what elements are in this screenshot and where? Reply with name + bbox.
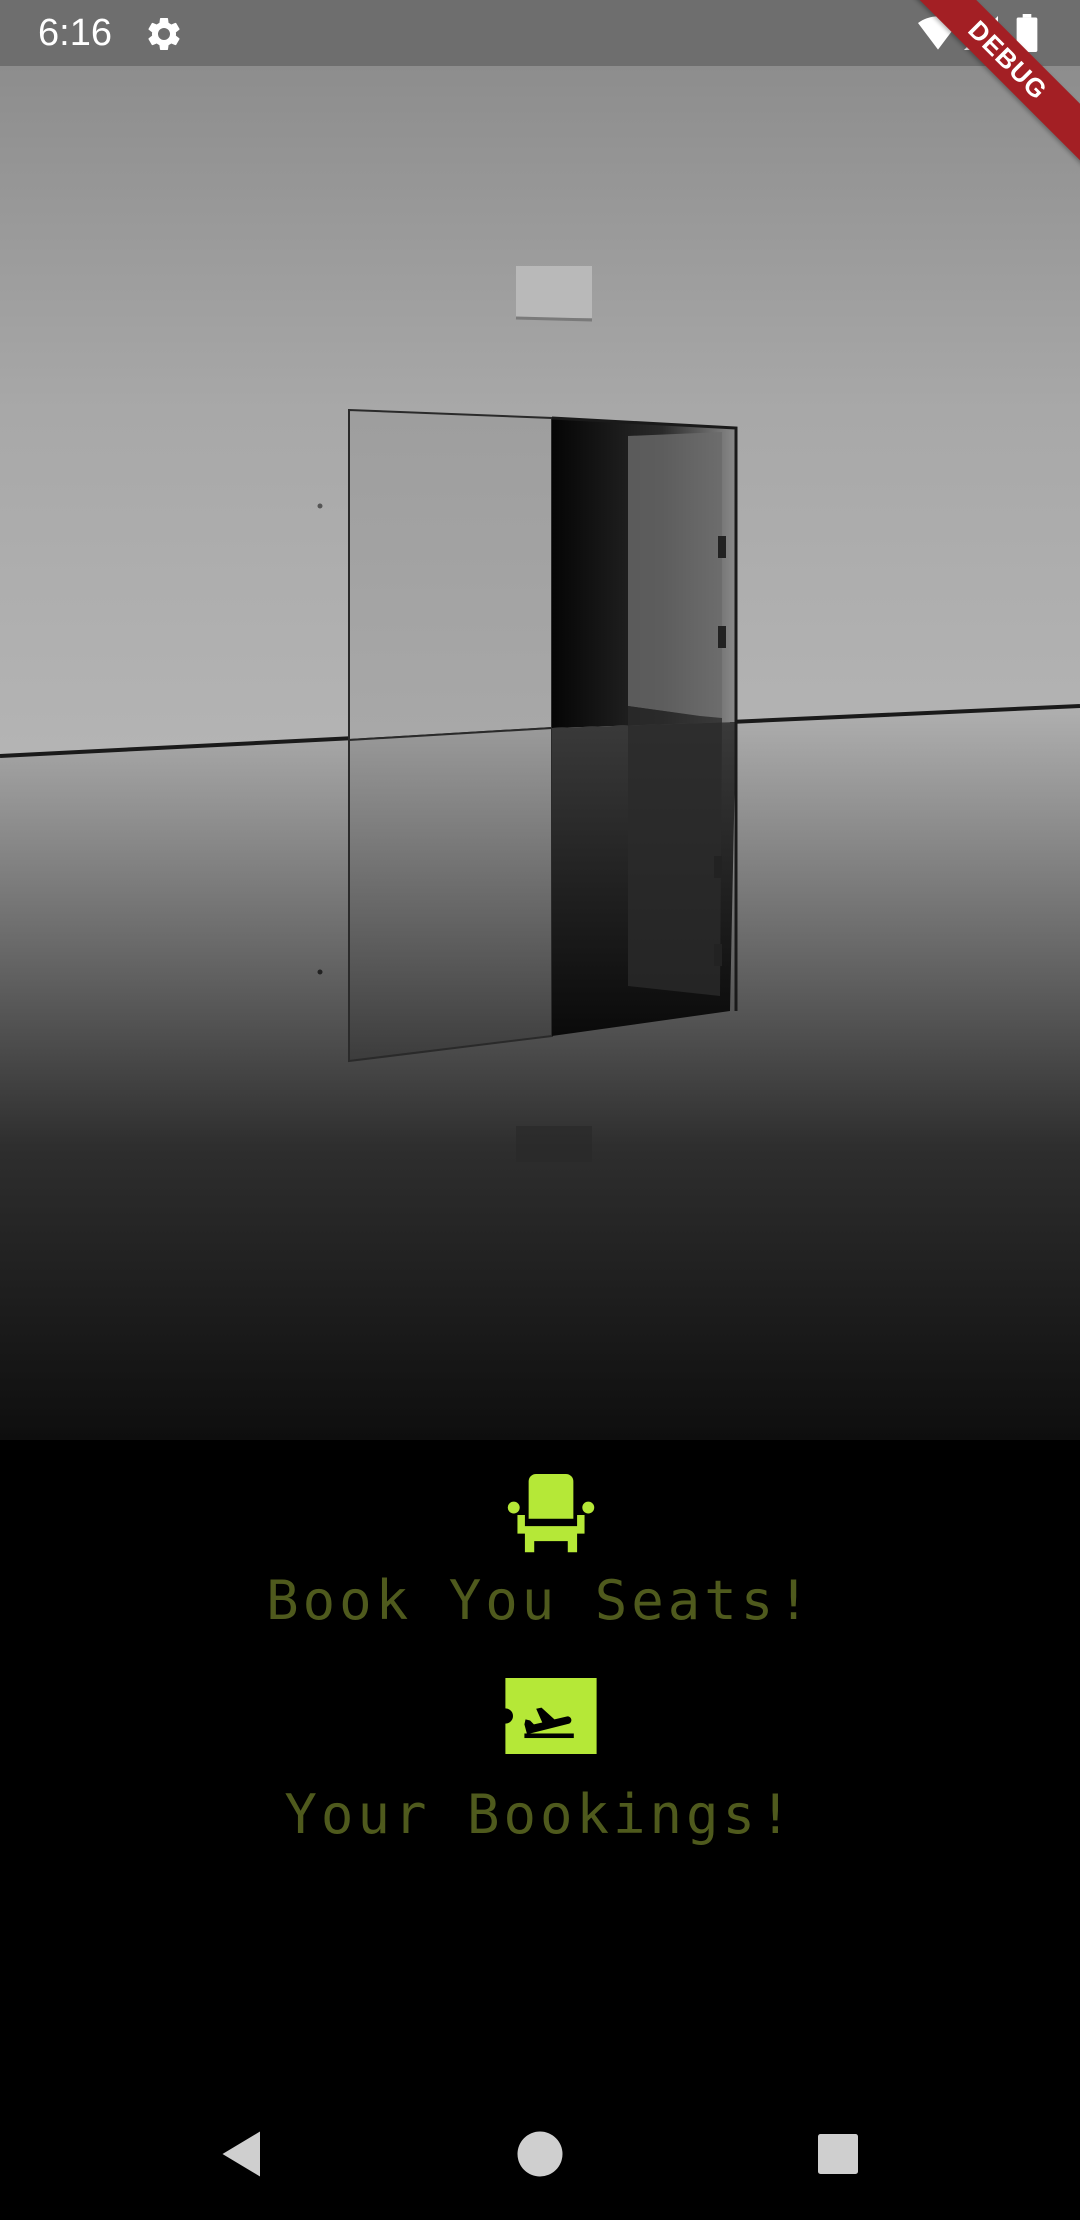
- door-photo: [0, 66, 1080, 1440]
- hero-image: [0, 66, 1080, 1440]
- your-bookings-option[interactable]: Your Bookings!: [0, 1650, 1080, 1870]
- status-time: 6:16: [38, 12, 112, 54]
- menu: Book You Seats! Your Bookings!: [0, 1440, 1080, 2080]
- home-icon[interactable]: [510, 2124, 570, 2184]
- recents-icon[interactable]: [808, 2124, 868, 2184]
- flight-ticket-icon[interactable]: [505, 1678, 597, 1754]
- your-bookings-label[interactable]: Your Bookings!: [0, 1782, 1080, 1848]
- system-nav-bar: [0, 2080, 1080, 2220]
- book-seats-label[interactable]: Book You Seats!: [0, 1568, 1080, 1634]
- seat-icon[interactable]: [505, 1474, 597, 1556]
- status-bar: 6:16: [0, 0, 1080, 66]
- book-seats-option[interactable]: Book You Seats!: [0, 1440, 1080, 1640]
- gear-icon: [148, 17, 180, 50]
- back-icon[interactable]: [210, 2124, 270, 2184]
- app-screen: 6:16 DEBUG Book You Seats! Your Bookings…: [0, 0, 1080, 2220]
